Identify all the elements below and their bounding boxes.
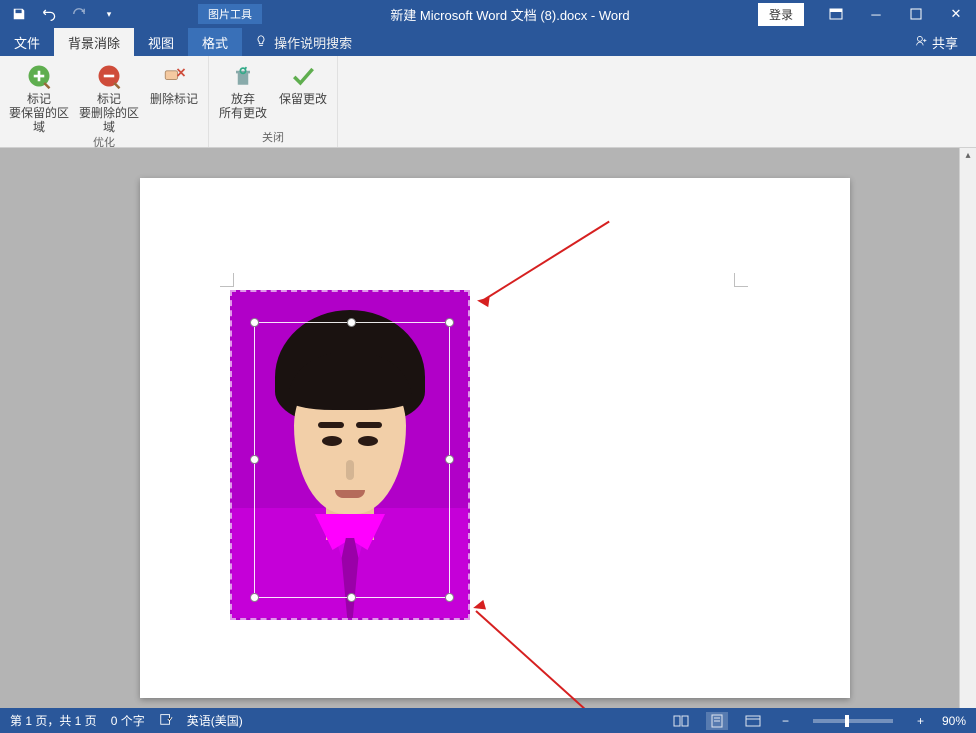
annotation-arrow [481,221,609,302]
lightbulb-icon [254,34,268,51]
resize-handle[interactable] [250,318,259,327]
ribbon-options-icon[interactable] [816,0,856,28]
window-controls: 登录 ─ ✕ [758,0,976,28]
discard-icon [229,62,257,90]
keep-icon [289,62,317,90]
title-bar: ▾ 图片工具 新建 Microsoft Word 文档 (8).docx - W… [0,0,976,28]
mark-keep-button[interactable]: 标记 要保留的区域 [6,58,72,134]
keep-changes-button[interactable]: 保留更改 [275,58,331,106]
redo-icon[interactable] [70,5,88,23]
quick-access-toolbar: ▾ [0,5,128,23]
mark-remove-button[interactable]: 标记 要删除的区域 [76,58,142,134]
resize-handle[interactable] [347,318,356,327]
foreground-selection-box[interactable] [254,322,450,598]
tab-file[interactable]: 文件 [0,28,54,56]
save-icon[interactable] [10,5,28,23]
tell-me-label: 操作说明搜索 [274,33,352,52]
language-indicator[interactable]: 英语(美国) [187,712,243,729]
group-close-label: 关闭 [215,129,331,147]
resize-handle[interactable] [445,318,454,327]
share-button[interactable]: 共享 [897,28,976,56]
document-area[interactable]: ▴ [0,148,976,708]
read-mode-icon[interactable] [670,712,692,730]
contextual-tab-label: 图片工具 [198,4,262,24]
arrow-head-icon [471,295,489,307]
proofing-icon[interactable] [159,712,173,729]
close-icon[interactable]: ✕ [936,0,976,28]
group-refine: 标记 要保留的区域 标记 要删除的区域 删除标记 优化 [0,56,209,147]
mark-keep-label: 标记 要保留的区域 [6,92,72,134]
zoom-level[interactable]: 90% [942,714,966,728]
share-label: 共享 [932,33,958,52]
share-icon [915,34,928,50]
resize-handle[interactable] [250,455,259,464]
discard-changes-button[interactable]: 放弃 所有更改 [215,58,271,120]
scroll-up-icon[interactable]: ▴ [962,150,974,162]
margin-corner-icon [220,273,234,287]
page-indicator[interactable]: 第 1 页，共 1 页 [10,712,97,729]
mark-keep-icon [25,62,53,90]
qat-dropdown-icon[interactable]: ▾ [100,5,118,23]
zoom-slider[interactable] [813,719,893,723]
delete-mark-button[interactable]: 删除标记 [146,58,202,106]
resize-handle[interactable] [347,593,356,602]
delete-mark-icon [160,62,188,90]
tab-background-removal[interactable]: 背景消除 [54,28,134,56]
ribbon: 标记 要保留的区域 标记 要删除的区域 删除标记 优化 [0,56,976,148]
tab-view[interactable]: 视图 [134,28,188,56]
mark-remove-icon [95,62,123,90]
resize-handle[interactable] [250,593,259,602]
selected-image[interactable] [230,290,470,620]
ribbon-tabs: 文件 背景消除 视图 格式 操作说明搜索 共享 [0,28,976,56]
portrait-photo [230,290,470,620]
document-title: 新建 Microsoft Word 文档 (8).docx - Word [262,5,758,24]
minimize-icon[interactable]: ─ [856,0,896,28]
tab-format[interactable]: 格式 [188,28,242,56]
discard-label: 放弃 所有更改 [219,92,267,120]
group-close: 放弃 所有更改 保留更改 关闭 [209,56,338,147]
resize-handle[interactable] [445,593,454,602]
print-layout-icon[interactable] [706,712,728,730]
login-button[interactable]: 登录 [758,3,804,26]
zoom-out-button[interactable]: − [778,714,793,728]
word-count[interactable]: 0 个字 [111,712,145,729]
annotation-arrow [475,610,647,708]
tell-me-search[interactable]: 操作说明搜索 [242,28,364,56]
zoom-in-button[interactable]: + [913,714,928,728]
web-layout-icon[interactable] [742,712,764,730]
page [140,178,850,698]
keep-label: 保留更改 [279,92,327,106]
delete-mark-label: 删除标记 [150,92,198,106]
resize-handle[interactable] [445,455,454,464]
margin-corner-icon [734,273,748,287]
status-bar: 第 1 页，共 1 页 0 个字 英语(美国) − + 90% [0,708,976,733]
maximize-icon[interactable] [896,0,936,28]
mark-remove-label: 标记 要删除的区域 [76,92,142,134]
undo-icon[interactable] [40,5,58,23]
